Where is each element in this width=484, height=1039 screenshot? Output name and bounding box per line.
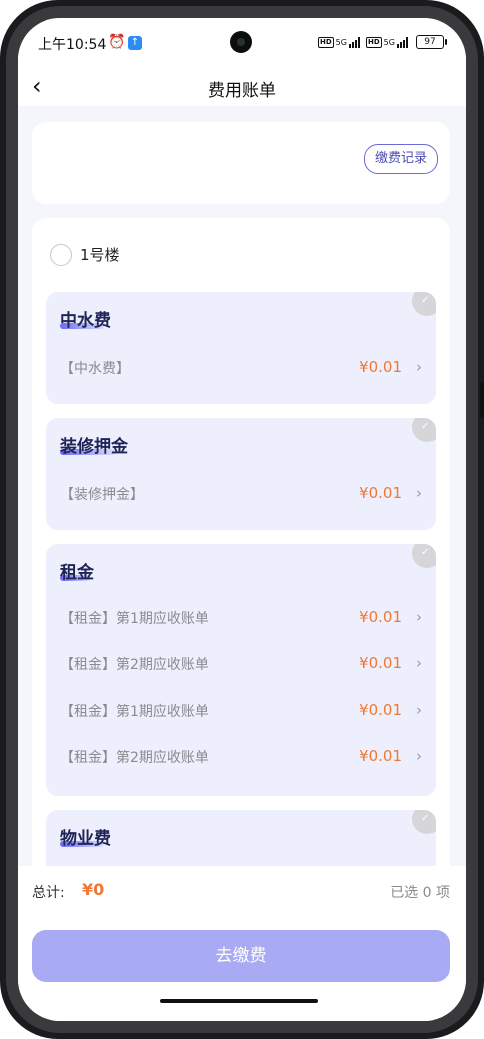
page-title: 费用账单 (208, 81, 276, 101)
bill-item-label: 【租金】第1期应收账单 (60, 611, 209, 627)
chevron-right-icon: › (416, 654, 422, 672)
bill-item[interactable]: 【装修押金】 ¥0.01 › (60, 484, 422, 506)
header-card: 缴费记录 (32, 122, 450, 204)
group-title: 物业费 (60, 829, 111, 849)
chevron-right-icon: › (416, 608, 422, 626)
payment-record-button[interactable]: 缴费记录 (363, 144, 438, 174)
group-title: 装修押金 (60, 437, 128, 457)
status-bar: 上午10:54 ⏰ ↑ HD 5G HD 5G 97 (18, 18, 466, 68)
hd-icon: HD (366, 36, 382, 48)
chevron-right-icon: › (416, 484, 422, 502)
chevron-right-icon: › (416, 747, 422, 765)
bill-group: 租金 【租金】第1期应收账单 ¥0.01 › 【租金】第2期应收账单 ¥0.01… (46, 544, 436, 796)
total-value: ¥0 (82, 880, 105, 899)
signal-sim2: HD 5G (366, 35, 408, 49)
bill-item-amount: ¥0.01 (359, 747, 402, 765)
alarm-icon: ⏰ (108, 34, 126, 50)
chevron-right-icon: › (416, 701, 422, 719)
status-time: 上午10:54 (38, 37, 107, 53)
bill-item-amount: ¥0.01 (359, 701, 402, 719)
bill-item-label: 【租金】第2期应收账单 (60, 657, 209, 673)
bill-item-label: 【租金】第1期应收账单 (60, 704, 209, 720)
group-title: 租金 (60, 563, 94, 583)
bill-item-label: 【中水费】 (60, 361, 130, 377)
bill-group: 装修押金 【装修押金】 ¥0.01 › (46, 418, 436, 530)
signal-bars-icon (396, 36, 408, 48)
pay-button[interactable]: 去缴费 (32, 930, 450, 982)
bill-item[interactable]: 【租金】第1期应收账单 ¥0.01 › (60, 701, 422, 723)
bill-group: 中水费 【中水费】 ¥0.01 › (46, 292, 436, 404)
home-indicator[interactable] (160, 999, 318, 1003)
selected-count: 已选 0 项 (390, 885, 450, 901)
group-check-icon[interactable] (412, 544, 436, 568)
phone-frame: 上午10:54 ⏰ ↑ HD 5G HD 5G 97 ‹ 费用账单 缴费记录 1… (0, 0, 484, 1039)
bill-item[interactable]: 【租金】第2期应收账单 ¥0.01 › (60, 654, 422, 676)
screen: 上午10:54 ⏰ ↑ HD 5G HD 5G 97 ‹ 费用账单 缴费记录 1… (18, 18, 466, 1021)
bill-item[interactable]: 【中水费】 ¥0.01 › (60, 358, 422, 380)
bill-item-amount: ¥0.01 (359, 484, 402, 502)
front-camera (230, 31, 252, 53)
side-button (480, 382, 484, 418)
chevron-right-icon: › (416, 358, 422, 376)
signal-bars-icon (348, 36, 360, 48)
bill-item-label: 【租金】第2期应收账单 (60, 750, 209, 766)
signal-sim1: HD 5G (318, 35, 360, 49)
group-check-icon[interactable] (412, 418, 436, 442)
bill-item-label: 【装修押金】 (60, 487, 144, 503)
building-name: 1号楼 (80, 246, 120, 264)
group-check-icon[interactable] (412, 810, 436, 834)
group-check-icon[interactable] (412, 292, 436, 316)
network-type: 5G (335, 37, 347, 47)
bill-item[interactable]: 【租金】第1期应收账单 ¥0.01 › (60, 608, 422, 630)
hd-icon: HD (318, 36, 334, 48)
network-type: 5G (383, 37, 395, 47)
total-label: 总计: (32, 885, 65, 901)
bill-item-amount: ¥0.01 (359, 608, 402, 626)
group-title: 中水费 (60, 311, 111, 331)
footer-bar: 总计: ¥0 已选 0 项 去缴费 (18, 866, 466, 1021)
bill-item-amount: ¥0.01 (359, 654, 402, 672)
bill-item-amount: ¥0.01 (359, 358, 402, 376)
bill-item[interactable]: 【租金】第2期应收账单 ¥0.01 › (60, 747, 422, 769)
app-notification-icon: ↑ (128, 36, 142, 50)
building-radio[interactable] (50, 244, 72, 266)
nav-bar: ‹ 费用账单 (18, 68, 466, 106)
battery-icon: 97 (416, 35, 447, 49)
